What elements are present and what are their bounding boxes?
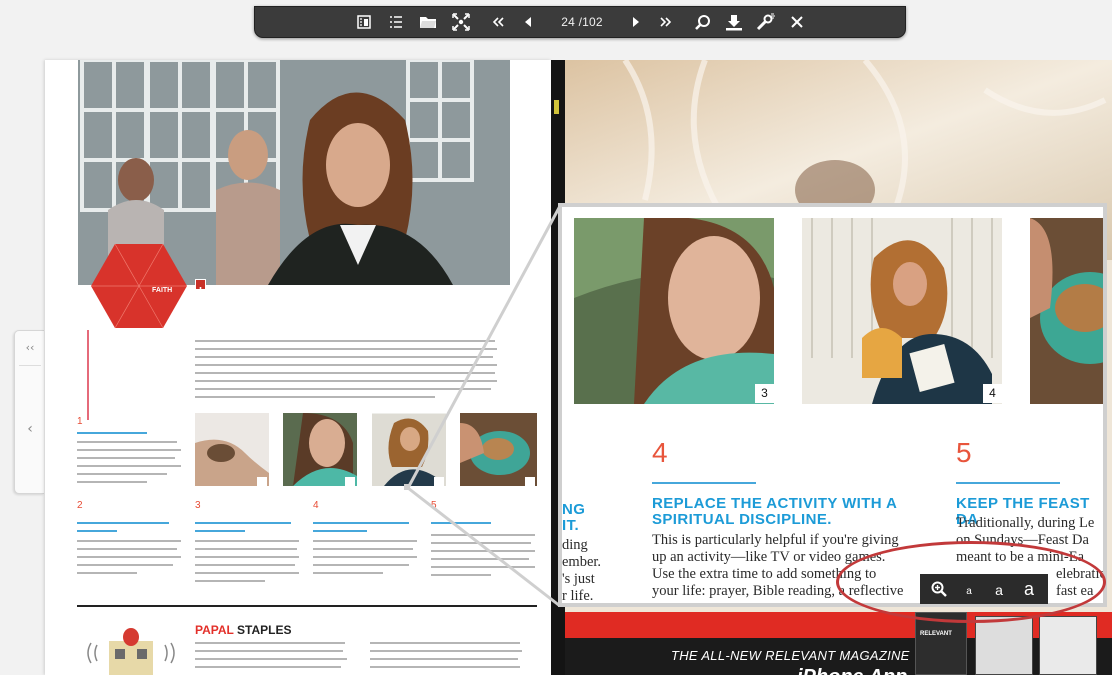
- section-divider: [77, 605, 537, 607]
- zoom-photo-4: [802, 218, 1002, 404]
- table-of-contents-icon[interactable]: [348, 7, 380, 37]
- page-counter[interactable]: 24 /102: [542, 7, 622, 37]
- col5-body-line5: fast ea: [1056, 583, 1094, 599]
- thumb-photo-4[interactable]: [460, 413, 537, 486]
- col5-body-line2: on Sundays—Feast Da: [956, 532, 1089, 548]
- phone-mockup-1: RELEVANT: [915, 612, 967, 675]
- section-number-2: 2: [77, 500, 83, 511]
- col5-rule: [956, 482, 1060, 484]
- col4-rule: [652, 482, 756, 484]
- col5-body-line3: meant to be a mini-Ea: [956, 549, 1085, 565]
- photo-number-3: 3: [755, 384, 774, 403]
- font-size-controls: a a a: [920, 574, 1048, 604]
- col4-heading-line2: SPIRITUAL DISCIPLINE.: [652, 511, 832, 528]
- close-icon[interactable]: [782, 7, 812, 37]
- col5-number: 5: [956, 437, 972, 468]
- zoom-in-icon[interactable]: [924, 574, 954, 604]
- download-icon[interactable]: [718, 7, 750, 37]
- side-previous-page-button[interactable]: ‹: [15, 421, 45, 437]
- last-page-icon[interactable]: [650, 7, 682, 37]
- phone-badge-label: RELEVANT: [920, 631, 952, 637]
- font-size-large-button[interactable]: a: [1014, 574, 1044, 604]
- section-number-1: 1: [77, 416, 83, 427]
- viewer-toolbar: 24 /102: [254, 6, 906, 38]
- section-number-3: 3: [195, 500, 201, 511]
- side-page-navigation: ‹‹ ‹: [14, 330, 44, 494]
- left-magazine-page[interactable]: FAITH 1 2 3 4 5 PAPAL STAPLES: [45, 60, 551, 675]
- partial-line-2: ember.: [562, 554, 602, 570]
- side-first-page-button[interactable]: ‹‹: [15, 341, 45, 354]
- search-icon[interactable]: [686, 7, 718, 37]
- folder-icon[interactable]: [412, 7, 444, 37]
- col4-body-line3: Use the extra time to add something to: [652, 566, 877, 582]
- tools-icon[interactable]: [750, 7, 782, 37]
- col4-body-line1: This is particularly helpful if you're g…: [652, 532, 899, 548]
- section-number-5: 5: [431, 500, 437, 511]
- partial-heading: NG IT.: [562, 501, 586, 534]
- zoom-photo-5-partial: [1030, 218, 1103, 404]
- faith-label: FAITH: [152, 287, 173, 294]
- font-size-medium-button[interactable]: a: [984, 574, 1014, 604]
- small-plus-icon: [195, 279, 206, 294]
- promo-tagline: THE ALL-NEW RELEVANT MAGAZINE: [671, 648, 910, 663]
- col5-body-line1: Traditionally, during Le: [956, 515, 1095, 531]
- next-page-icon[interactable]: [622, 7, 650, 37]
- partial-line-3: 's just: [562, 571, 595, 587]
- section-number-4: 4: [313, 500, 319, 511]
- section-1-heading: [77, 432, 147, 434]
- faith-hexagon-badge: [91, 243, 187, 329]
- col5-body-line4: elebration. So k: [1056, 566, 1107, 582]
- list-icon[interactable]: [380, 7, 412, 37]
- partial-line-1: ding: [562, 537, 588, 553]
- photo-number-4: 4: [983, 384, 1002, 403]
- zoom-photo-3: [574, 218, 774, 404]
- col4-body-line4: your life: prayer, Bible reading, a refl…: [652, 583, 904, 599]
- thumb-photo-3[interactable]: [372, 413, 446, 486]
- promo-banner[interactable]: THE ALL-NEW RELEVANT MAGAZINE iPhone App…: [565, 612, 1112, 675]
- partial-line-4: r life.: [562, 588, 594, 604]
- first-page-icon[interactable]: [482, 7, 514, 37]
- previous-page-icon[interactable]: [514, 7, 542, 37]
- thumb-photo-1[interactable]: [195, 413, 269, 486]
- col4-heading-line1: REPLACE THE ACTIVITY WITH A: [652, 495, 898, 512]
- thumb-photo-2[interactable]: [283, 413, 357, 486]
- promo-headline: iPhone App: [797, 666, 907, 675]
- magazine-viewer: 24 /102 ‹‹ ‹ FAITH 1 2 3 4 5 PAPAL STAPL…: [0, 0, 1112, 675]
- phone-mockup-3: [1039, 616, 1097, 675]
- pope-illustration: [85, 623, 177, 675]
- pink-vertical-rule: [87, 330, 89, 420]
- col4-body-line2: up an activity—like TV or video games.: [652, 549, 886, 565]
- col4-number: 4: [652, 437, 668, 468]
- side-nav-divider: [19, 365, 41, 366]
- papal-staples-heading: PAPAL STAPLES: [195, 623, 292, 637]
- phone-mockup-2: [975, 616, 1033, 675]
- fullscreen-icon[interactable]: [444, 7, 478, 37]
- font-size-small-button[interactable]: a: [954, 574, 984, 604]
- zoom-magnifier-panel[interactable]: 3 4 NG IT. ding ember. 's just r life. 4…: [558, 203, 1107, 607]
